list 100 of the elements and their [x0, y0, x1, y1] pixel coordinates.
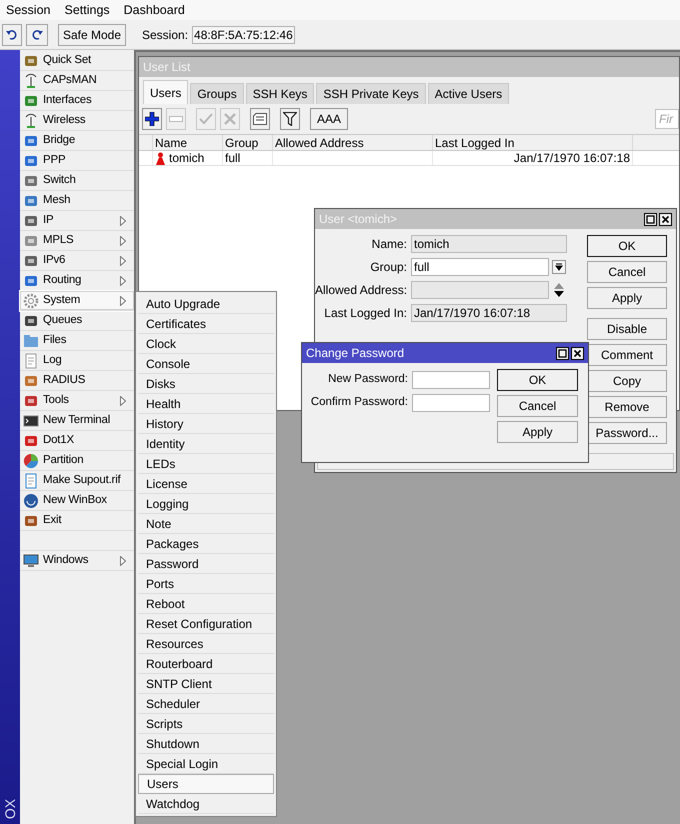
submenu-item[interactable]: Routerboard	[138, 654, 274, 674]
maximize-icon[interactable]	[644, 212, 657, 226]
submenu-item[interactable]: Identity	[138, 434, 274, 454]
submenu-item[interactable]: Password	[138, 554, 274, 574]
sidebar-item[interactable]: RADIUS	[20, 371, 134, 391]
password-field[interactable]	[412, 394, 490, 412]
dialog-button[interactable]: Apply	[587, 287, 667, 309]
sidebar-item[interactable]: Switch	[20, 171, 134, 191]
dialog-button[interactable]: Comment	[587, 344, 667, 366]
dialog-button[interactable]: Cancel	[587, 261, 667, 283]
note-icon	[253, 113, 267, 125]
sidebar-item[interactable]: Bridge	[20, 131, 134, 151]
submenu-item[interactable]: Ports	[138, 574, 274, 594]
safe-mode-button[interactable]: Safe Mode	[58, 24, 126, 46]
submenu-item[interactable]: Health	[138, 394, 274, 414]
close-icon[interactable]	[659, 212, 672, 226]
submenu-item[interactable]: Logging	[138, 494, 274, 514]
toolbar-button[interactable]	[250, 108, 270, 130]
submenu-item[interactable]: Resources	[138, 634, 274, 654]
column-header[interactable]: Name	[153, 135, 223, 150]
sidebar-item[interactable]: Windows	[20, 551, 134, 571]
undo-button[interactable]	[2, 24, 22, 46]
submenu-item[interactable]: SNTP Client	[138, 674, 274, 694]
antenna-icon	[23, 72, 39, 88]
sidebar-item[interactable]: Partition	[20, 451, 134, 471]
dialog-button[interactable]: Cancel	[497, 395, 578, 417]
dialog-button[interactable]: Apply	[497, 421, 578, 443]
submenu-item[interactable]: Watchdog	[138, 794, 274, 814]
submenu-item[interactable]: Reboot	[138, 594, 274, 614]
tab[interactable]: Active Users	[428, 83, 510, 104]
toolbar-button[interactable]	[280, 108, 300, 130]
submenu-arrow-icon	[120, 556, 126, 566]
submenu-item[interactable]: Note	[138, 514, 274, 534]
submenu-item[interactable]: LEDs	[138, 454, 274, 474]
submenu-item[interactable]: Packages	[138, 534, 274, 554]
globe-icon	[23, 492, 39, 508]
column-header[interactable]: Last Logged In	[433, 135, 633, 150]
sidebar-item[interactable]: Mesh	[20, 191, 134, 211]
sidebar-item[interactable]: IP	[20, 211, 134, 231]
sidebar-item[interactable]: New WinBox	[20, 491, 134, 511]
password-field[interactable]	[412, 371, 490, 389]
submenu-item[interactable]: Scheduler	[138, 694, 274, 714]
sidebar-item[interactable]: IPv6	[20, 251, 134, 271]
menu-bar-item[interactable]: Settings	[64, 0, 110, 20]
menu-bar-item[interactable]: Dashboard	[124, 0, 185, 20]
sidebar-item[interactable]: System	[20, 291, 134, 311]
sidebar-item[interactable]: Tools	[20, 391, 134, 411]
toolbar-button[interactable]	[142, 108, 162, 130]
up-down-icon[interactable]	[554, 283, 564, 297]
sidebar-item[interactable]: Dot1X	[20, 431, 134, 451]
submenu-item[interactable]: Certificates	[138, 314, 274, 334]
submenu-item[interactable]: Users	[138, 774, 274, 794]
dialog-button[interactable]: OK	[587, 235, 667, 257]
sidebar-item[interactable]: Make Supout.rif	[20, 471, 134, 491]
allowed-address-field[interactable]	[411, 281, 549, 299]
sidebar-item[interactable]: MPLS	[20, 231, 134, 251]
submenu-item[interactable]: History	[138, 414, 274, 434]
sidebar-item[interactable]: New Terminal	[20, 411, 134, 431]
aaa-button[interactable]: AAA	[310, 108, 348, 130]
maximize-icon[interactable]	[556, 346, 569, 360]
menu-bar-item[interactable]: Session	[6, 0, 50, 20]
submenu-item[interactable]: Scripts	[138, 714, 274, 734]
dropdown-button[interactable]	[552, 260, 566, 274]
field-label: Confirm Password:	[310, 395, 409, 410]
tab[interactable]: SSH Keys	[246, 83, 314, 104]
tab[interactable]: Groups	[190, 83, 244, 104]
redo-button[interactable]	[26, 24, 48, 46]
dialog-button[interactable]: OK	[497, 369, 578, 391]
field-label: Last Logged In:	[323, 305, 408, 322]
submenu-item[interactable]: License	[138, 474, 274, 494]
sidebar-item[interactable]: Queues	[20, 311, 134, 331]
document-icon	[23, 472, 39, 488]
sidebar-item[interactable]: Exit	[20, 511, 134, 531]
sidebar-item[interactable]: Files	[20, 331, 134, 351]
group-field[interactable]: full	[411, 258, 549, 276]
cross-icon	[224, 113, 236, 125]
document-icon	[23, 352, 39, 368]
close-icon[interactable]	[571, 346, 584, 360]
sidebar-item[interactable]: Quick Set	[20, 51, 134, 71]
filter-icon	[283, 112, 297, 126]
pie-icon	[23, 452, 39, 468]
dialog-button[interactable]: Copy	[587, 370, 667, 392]
find-field[interactable]: Fir	[655, 109, 679, 129]
column-header[interactable]: Allowed Address	[273, 135, 433, 150]
redo-icon	[31, 30, 43, 40]
column-header[interactable]: Group	[223, 135, 273, 150]
submenu-item[interactable]: Auto Upgrade	[138, 294, 274, 314]
dialog-button[interactable]: Password...	[587, 422, 667, 444]
sidebar-item[interactable]: PPP	[20, 151, 134, 171]
tab[interactable]: SSH Private Keys	[316, 83, 426, 104]
submenu-item[interactable]: Shutdown	[138, 734, 274, 754]
submenu-item[interactable]: Clock	[138, 334, 274, 354]
sidebar-item[interactable]: Interfaces	[20, 91, 134, 111]
dialog-button[interactable]: Disable	[587, 318, 667, 340]
tab[interactable]: Users	[143, 80, 188, 104]
submenu-item[interactable]: Disks	[138, 374, 274, 394]
submenu-item[interactable]: Reset Configuration	[138, 614, 274, 634]
sidebar-item[interactable]: Log	[20, 351, 134, 371]
dialog-button[interactable]: Remove	[587, 396, 667, 418]
submenu-item[interactable]: Console	[138, 354, 274, 374]
